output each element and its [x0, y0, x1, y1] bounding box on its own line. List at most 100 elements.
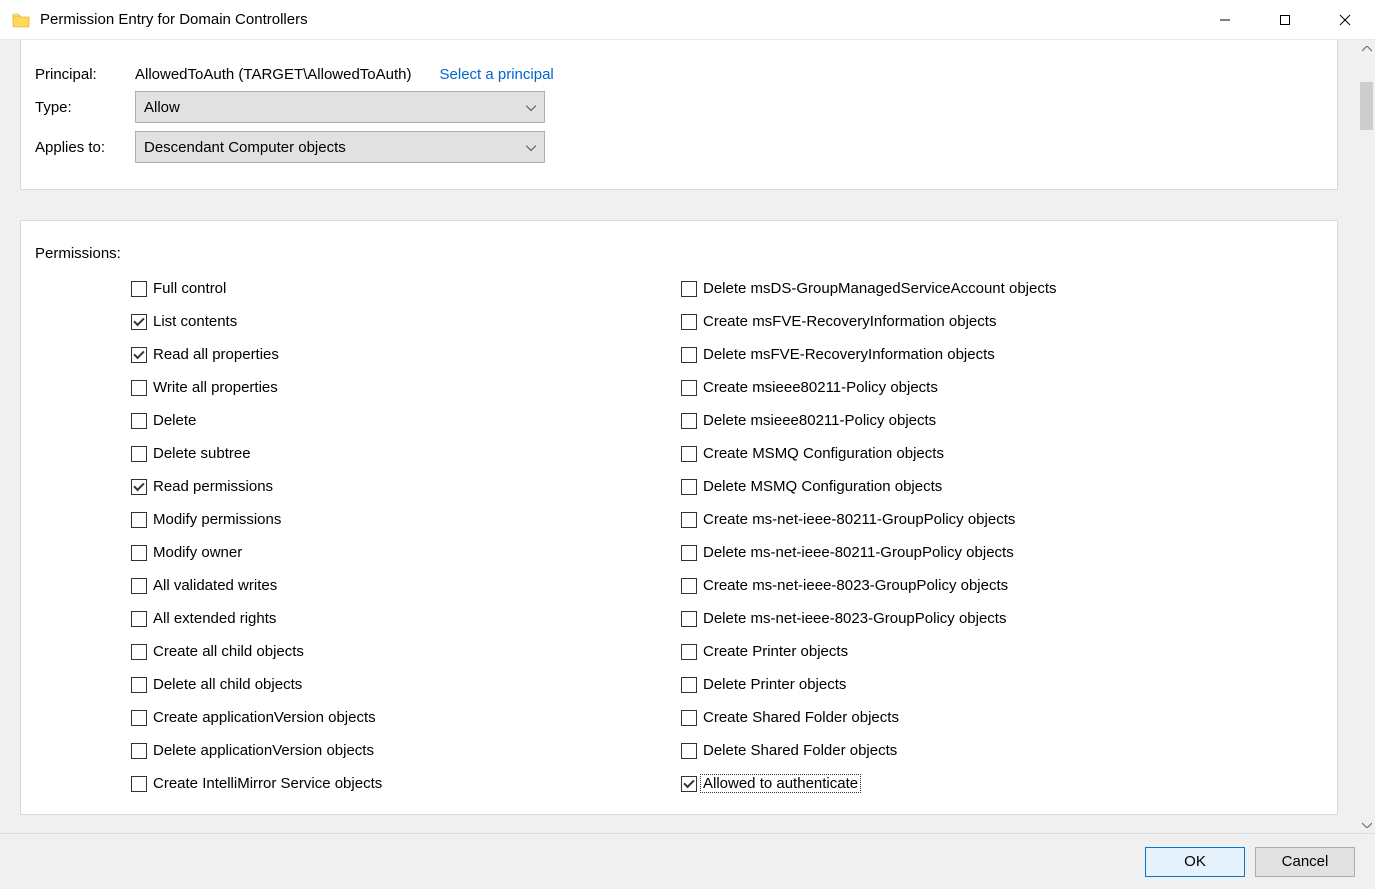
permission-label: All extended rights: [153, 610, 276, 627]
scroll-up-icon[interactable]: [1358, 40, 1375, 57]
select-principal-link[interactable]: Select a principal: [440, 66, 554, 83]
permission-label: Create msieee80211-Policy objects: [703, 379, 938, 396]
checkbox[interactable]: [131, 611, 147, 627]
permission-item[interactable]: All extended rights: [131, 602, 681, 635]
permission-item[interactable]: Delete subtree: [131, 437, 681, 470]
permission-item[interactable]: Delete msieee80211-Policy objects: [681, 404, 1231, 437]
checkbox[interactable]: [131, 347, 147, 363]
permission-label: Create applicationVersion objects: [153, 709, 376, 726]
permission-item[interactable]: Delete all child objects: [131, 668, 681, 701]
checkbox[interactable]: [681, 743, 697, 759]
checkbox[interactable]: [131, 677, 147, 693]
checkbox[interactable]: [681, 446, 697, 462]
permission-item[interactable]: Delete Shared Folder objects: [681, 734, 1231, 767]
type-label: Type:: [35, 99, 135, 116]
checkbox[interactable]: [131, 281, 147, 297]
permission-item[interactable]: Create ms-net-ieee-8023-GroupPolicy obje…: [681, 569, 1231, 602]
permission-label: Write all properties: [153, 379, 278, 396]
permission-item[interactable]: Delete applicationVersion objects: [131, 734, 681, 767]
permission-label: Delete applicationVersion objects: [153, 742, 374, 759]
permission-item[interactable]: Read permissions: [131, 470, 681, 503]
chevron-down-icon: [526, 99, 536, 116]
permission-item[interactable]: Create IntelliMirror Service objects: [131, 767, 681, 800]
permission-item[interactable]: Create MSMQ Configuration objects: [681, 437, 1231, 470]
permissions-column-2: Delete msDS-GroupManagedServiceAccount o…: [681, 272, 1231, 800]
permission-item[interactable]: Allowed to authenticate: [681, 767, 1231, 800]
permission-label: Delete Printer objects: [703, 676, 846, 693]
checkbox[interactable]: [681, 413, 697, 429]
checkbox[interactable]: [131, 512, 147, 528]
checkbox[interactable]: [131, 413, 147, 429]
vertical-scrollbar[interactable]: [1358, 40, 1375, 833]
permission-item[interactable]: Create all child objects: [131, 635, 681, 668]
checkbox[interactable]: [131, 479, 147, 495]
checkbox[interactable]: [681, 479, 697, 495]
permission-item[interactable]: Create Printer objects: [681, 635, 1231, 668]
checkbox[interactable]: [681, 281, 697, 297]
dialog-footer: OK Cancel: [0, 833, 1375, 889]
checkbox[interactable]: [681, 347, 697, 363]
checkbox[interactable]: [681, 578, 697, 594]
permission-item[interactable]: Full control: [131, 272, 681, 305]
checkbox[interactable]: [131, 545, 147, 561]
permission-label: List contents: [153, 313, 237, 330]
permission-item[interactable]: Delete msDS-GroupManagedServiceAccount o…: [681, 272, 1231, 305]
permission-item[interactable]: Write all properties: [131, 371, 681, 404]
permission-item[interactable]: Modify owner: [131, 536, 681, 569]
minimize-button[interactable]: [1195, 0, 1255, 39]
checkbox[interactable]: [681, 380, 697, 396]
scroll-thumb[interactable]: [1360, 82, 1373, 130]
checkbox[interactable]: [681, 644, 697, 660]
checkbox[interactable]: [131, 644, 147, 660]
checkbox[interactable]: [681, 611, 697, 627]
permission-item[interactable]: Delete ms-net-ieee-80211-GroupPolicy obj…: [681, 536, 1231, 569]
checkbox[interactable]: [131, 743, 147, 759]
permission-label: Delete msDS-GroupManagedServiceAccount o…: [703, 280, 1057, 297]
permission-label: Full control: [153, 280, 226, 297]
permission-item[interactable]: Create Shared Folder objects: [681, 701, 1231, 734]
maximize-button[interactable]: [1255, 0, 1315, 39]
permission-item[interactable]: Create msieee80211-Policy objects: [681, 371, 1231, 404]
permission-label: Create ms-net-ieee-8023-GroupPolicy obje…: [703, 577, 1008, 594]
chevron-down-icon: [526, 139, 536, 156]
titlebar: Permission Entry for Domain Controllers: [0, 0, 1375, 40]
permission-item[interactable]: Create ms-net-ieee-80211-GroupPolicy obj…: [681, 503, 1231, 536]
checkbox[interactable]: [681, 677, 697, 693]
checkbox[interactable]: [681, 512, 697, 528]
permission-item[interactable]: Delete msFVE-RecoveryInformation objects: [681, 338, 1231, 371]
permission-item[interactable]: Create applicationVersion objects: [131, 701, 681, 734]
permission-label: Delete ms-net-ieee-8023-GroupPolicy obje…: [703, 610, 1006, 627]
checkbox[interactable]: [131, 776, 147, 792]
checkbox[interactable]: [681, 710, 697, 726]
close-button[interactable]: [1315, 0, 1375, 39]
permission-label: Read all properties: [153, 346, 279, 363]
permission-label: Modify permissions: [153, 511, 281, 528]
applies-to-combo[interactable]: Descendant Computer objects: [135, 131, 545, 163]
permission-label: Create Printer objects: [703, 643, 848, 660]
cancel-button[interactable]: Cancel: [1255, 847, 1355, 877]
scroll-down-icon[interactable]: [1358, 816, 1375, 833]
checkbox[interactable]: [131, 314, 147, 330]
checkbox[interactable]: [131, 578, 147, 594]
checkbox[interactable]: [681, 545, 697, 561]
permission-item[interactable]: Delete MSMQ Configuration objects: [681, 470, 1231, 503]
checkbox[interactable]: [681, 314, 697, 330]
permission-item[interactable]: List contents: [131, 305, 681, 338]
permission-item[interactable]: All validated writes: [131, 569, 681, 602]
type-combo[interactable]: Allow: [135, 91, 545, 123]
permission-item[interactable]: Create msFVE-RecoveryInformation objects: [681, 305, 1231, 338]
permission-label: Delete msieee80211-Policy objects: [703, 412, 936, 429]
permission-item[interactable]: Delete: [131, 404, 681, 437]
permission-label: Allowed to authenticate: [700, 774, 861, 793]
permission-item[interactable]: Delete Printer objects: [681, 668, 1231, 701]
permission-item[interactable]: Modify permissions: [131, 503, 681, 536]
checkbox[interactable]: [131, 380, 147, 396]
permission-label: Delete Shared Folder objects: [703, 742, 897, 759]
checkbox[interactable]: [131, 446, 147, 462]
permission-item[interactable]: Delete ms-net-ieee-8023-GroupPolicy obje…: [681, 602, 1231, 635]
checkbox[interactable]: [131, 710, 147, 726]
permission-item[interactable]: Read all properties: [131, 338, 681, 371]
ok-button[interactable]: OK: [1145, 847, 1245, 877]
checkbox[interactable]: [681, 776, 697, 792]
window-title: Permission Entry for Domain Controllers: [40, 11, 308, 28]
